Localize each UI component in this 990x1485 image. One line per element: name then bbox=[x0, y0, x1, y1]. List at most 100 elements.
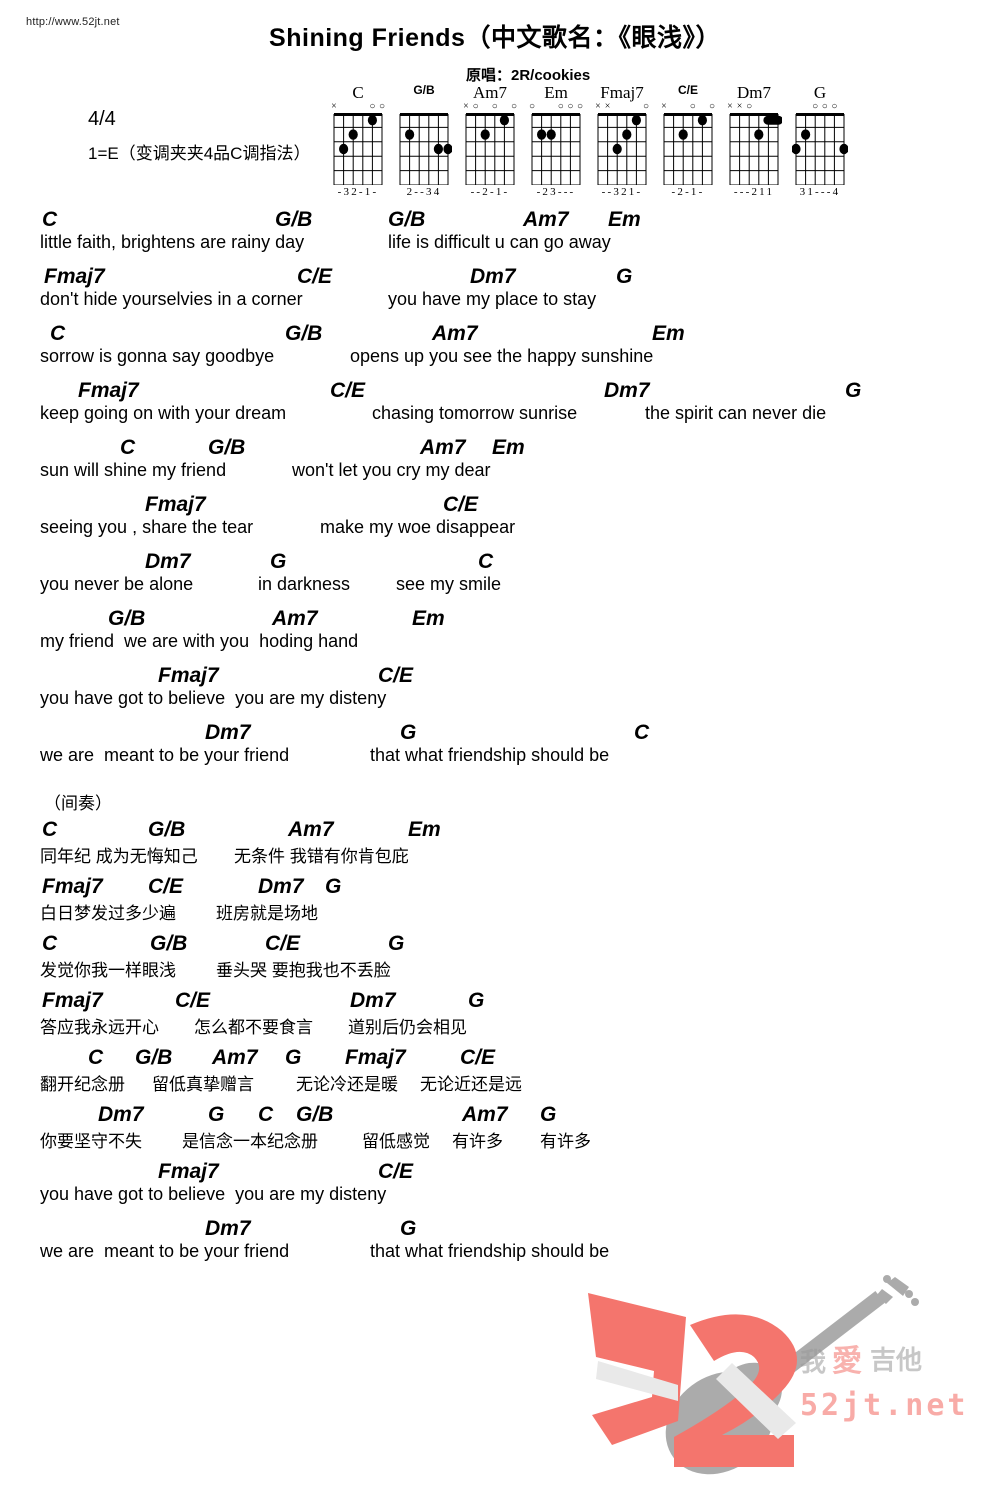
lyric-text: make my woe disappear bbox=[320, 517, 516, 537]
lyric-text: 有许多 bbox=[540, 1132, 591, 1151]
open-string-icon: ○ bbox=[831, 101, 838, 112]
chord-symbol: Dm7 bbox=[604, 379, 650, 402]
muted-string-icon: × bbox=[595, 101, 601, 112]
song-line: Fmaj7 C/E seeing you , share the tear make … bbox=[0, 490, 990, 543]
chord-row: G/B Am7 Em bbox=[0, 604, 990, 631]
lyric-row: 白日梦发过多少遍 班房就是场地 bbox=[0, 899, 990, 925]
chord-diagram-name: Em bbox=[544, 83, 568, 102]
chord-open-mute-markers: × × ○ bbox=[594, 102, 650, 113]
open-string-icon: ○ bbox=[812, 101, 819, 112]
logo-52 bbox=[588, 1293, 797, 1467]
chord-diagram-name: C/E bbox=[677, 83, 698, 97]
chord-symbol: G/B bbox=[296, 1103, 334, 1126]
svg-text:我: 我 bbox=[800, 1348, 826, 1378]
song-line: Dm7 G Cyou never be alone in darkness see my… bbox=[0, 547, 990, 600]
chord-symbol: G bbox=[388, 932, 405, 955]
chord-open-mute-markers: × ○ ○ bbox=[330, 102, 386, 113]
lyric-row: 你要坚守不失 是信念一本纪念册 留低感觉 有许多 有许多 bbox=[0, 1127, 990, 1153]
open-string-icon: ○ bbox=[642, 101, 650, 112]
song-line: C G/B Am7 G Fmaj7 C/E 翻开纪念册 留低真挚赠言 无论冷还是暖 无论近还是远 bbox=[0, 1043, 990, 1096]
chord-symbol: C/E bbox=[265, 932, 301, 955]
time-signature: 4/4 bbox=[88, 108, 116, 130]
chord-fretboard bbox=[330, 113, 386, 185]
chord-symbol: C/E bbox=[297, 265, 333, 288]
lyric-text: you have got to believe you are my diste… bbox=[40, 688, 387, 708]
lyric-text: you never be alone bbox=[40, 574, 194, 594]
song-line: Fmaj7 C/E Dm7 Gdon't hide yourselvies in a … bbox=[0, 262, 990, 315]
song-line: Dm7 G C G/B Am7 G 你要坚守不失 是信念一本纪念册 留低感觉 有许多 有许多 bbox=[0, 1100, 990, 1153]
page-title: Shining Friends（中文歌名：《眼浅》） bbox=[269, 24, 721, 52]
song-line: Fmaj7 C/E you have got to believe you are … bbox=[0, 1157, 990, 1210]
chord-symbol: C/E bbox=[148, 875, 184, 898]
open-string-icon: ○ bbox=[708, 101, 716, 112]
lyric-text: 有许多 bbox=[452, 1132, 503, 1151]
lyric-text: don't hide yourselvies in a corner bbox=[40, 289, 303, 309]
chord-fretboard bbox=[792, 113, 848, 185]
lyric-text: seeing you , share the tear bbox=[40, 517, 254, 537]
chord-symbol: Dm7 bbox=[98, 1103, 144, 1126]
lyric-row: don't hide yourselvies in a corner you ha… bbox=[0, 289, 990, 315]
lyric-row: keep going on with your dream chasing tom… bbox=[0, 403, 990, 429]
chord-symbol: Dm7 bbox=[145, 550, 191, 573]
chord-diagram-name: Am7 bbox=[473, 83, 507, 102]
lyric-text: 是信念一本纪念册 bbox=[182, 1132, 318, 1151]
lyric-row: you have got to believe you are my diste… bbox=[0, 688, 990, 714]
lyric-row: you never be alone in darkness see my smil… bbox=[0, 574, 990, 600]
lyric-text: that what friendship should be bbox=[370, 745, 610, 765]
svg-text:吉他: 吉他 bbox=[870, 1346, 922, 1376]
lyric-text: 班房就是场地 bbox=[216, 904, 318, 923]
lyric-row: we are meant to be your friend that what … bbox=[0, 745, 990, 771]
chord-symbol: G/B bbox=[208, 436, 246, 459]
chord-symbol: G bbox=[270, 550, 287, 573]
chord-diagram-am7: Am7 × ○ ○ ○ --2-1- bbox=[462, 84, 518, 198]
chord-symbol: G/B bbox=[108, 607, 146, 630]
lyric-text: won't let you cry my dear bbox=[292, 460, 491, 480]
chord-symbol: G bbox=[400, 1217, 417, 1240]
chord-diagram-name: G/B bbox=[413, 83, 435, 97]
chord-row: C G/B G/B Am7 Em bbox=[0, 205, 990, 232]
chord-fretboard bbox=[726, 113, 782, 185]
muted-string-icon: × bbox=[727, 101, 733, 112]
lyric-text: 道别后仍会相见 bbox=[348, 1018, 467, 1037]
chord-open-mute-markers: × ○ ○ ○ bbox=[462, 102, 518, 113]
chord-diagram-dm7: Dm7 × × ○ ---211 bbox=[726, 84, 782, 198]
chord-symbol: C bbox=[42, 208, 58, 231]
chord-fingering-numbers: --321- bbox=[601, 186, 643, 198]
chord-symbol: Fmaj7 bbox=[78, 379, 139, 402]
lyric-row: 翻开纪念册 留低真挚赠言 无论冷还是暖 无论近还是远 bbox=[0, 1070, 990, 1096]
chord-symbol: G bbox=[540, 1103, 557, 1126]
chord-row: Fmaj7 C/E Dm7 G bbox=[0, 376, 990, 403]
chord-fingering-numbers: -23--- bbox=[536, 186, 576, 198]
song-line: Fmaj7 C/E Dm7 G 白日梦发过多少遍 班房就是场地 bbox=[0, 872, 990, 925]
chord-symbol: Dm7 bbox=[258, 875, 304, 898]
song-line: C G/B G/B Am7 Em little faith, brightens are … bbox=[0, 205, 990, 258]
chord-row: Dm7 G C G/B Am7 G bbox=[0, 1100, 990, 1127]
chord-fretboard bbox=[594, 113, 650, 185]
chord-row: Dm7 G bbox=[0, 1214, 990, 1241]
song-line: Fmaj7 C/E Dm7 G 答应我永远开心 怎么都不要食言 道别后仍会相见 bbox=[0, 986, 990, 1039]
chord-symbol: Fmaj7 bbox=[345, 1046, 406, 1069]
lyric-text: 答应我永远开心 bbox=[40, 1018, 159, 1037]
chord-row: C G/B Am7 G Fmaj7 C/E bbox=[0, 1043, 990, 1070]
lyric-text: sun will shine my friend bbox=[40, 460, 227, 480]
chord-symbol: Fmaj7 bbox=[44, 265, 105, 288]
chord-diagram-g: G ○ ○ ○ 31---4 bbox=[792, 84, 848, 198]
lyric-text: life is difficult u can go away bbox=[388, 232, 611, 252]
chord-symbol: C bbox=[258, 1103, 274, 1126]
chord-row: Fmaj7 C/E bbox=[0, 490, 990, 517]
lyric-text: 同年纪 成为无悔知己 bbox=[40, 847, 198, 866]
chord-diagram-name: Fmaj7 bbox=[600, 83, 644, 102]
lyric-row: you have got to believe you are my diste… bbox=[0, 1184, 990, 1210]
chord-symbol: Dm7 bbox=[350, 989, 396, 1012]
chord-fingering-numbers: 31---4 bbox=[799, 186, 841, 198]
chord-fingering-numbers: ---211 bbox=[733, 186, 775, 198]
chord-fingering-numbers: --2-1- bbox=[470, 186, 510, 198]
lyric-text: 无条件 我错有你肯包庇 bbox=[234, 847, 409, 866]
chord-symbol: Fmaj7 bbox=[158, 664, 219, 687]
chord-symbol: G bbox=[468, 989, 485, 1012]
chord-diagram-em: Em ○ ○ ○ ○ -23--- bbox=[528, 84, 584, 198]
chord-row: Fmaj7 C/E Dm7 G bbox=[0, 872, 990, 899]
lyric-row: seeing you , share the tear make my woe d… bbox=[0, 517, 990, 543]
chord-diagram-name: G bbox=[813, 83, 827, 102]
